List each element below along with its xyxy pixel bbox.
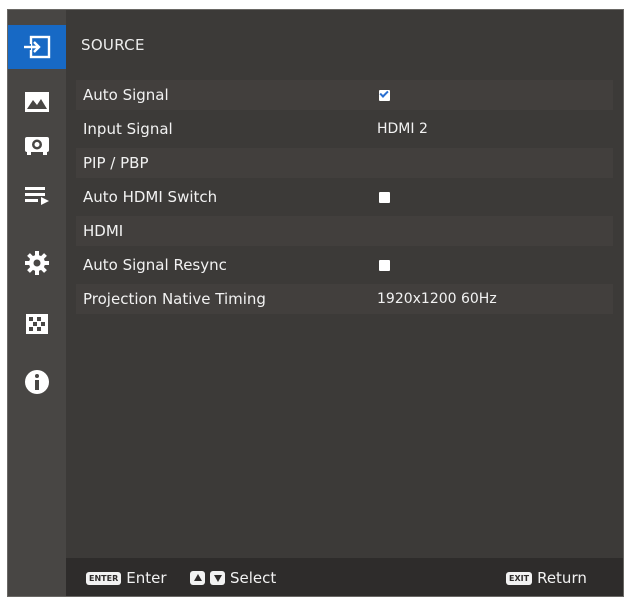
menu-row-auto-hdmi-switch[interactable]: Auto HDMI Switch xyxy=(76,182,613,212)
menu-row-hdmi[interactable]: HDMI xyxy=(76,216,613,246)
sidebar-item-information[interactable] xyxy=(8,360,66,404)
sidebar-item-source[interactable] xyxy=(8,25,66,69)
test-pattern-icon xyxy=(26,314,48,334)
footer-enter-hint: ENTER Enter xyxy=(86,569,167,587)
info-icon xyxy=(25,370,49,394)
menu-content: SOURCE Auto Signal Input Signal HDMI 2 P… xyxy=(66,10,623,596)
menu-row-label: Auto HDMI Switch xyxy=(83,188,218,206)
source-input-icon xyxy=(23,35,51,59)
footer-hint-bar: ENTER Enter Select EXIT Return xyxy=(66,558,623,596)
menu-row-auto-signal[interactable]: Auto Signal xyxy=(76,80,613,110)
up-arrow-key-icon xyxy=(190,571,205,585)
return-hint-label: Return xyxy=(537,569,587,587)
input-signal-value: HDMI 2 xyxy=(377,121,428,137)
osd-menu: SOURCE Auto Signal Input Signal HDMI 2 P… xyxy=(7,9,624,597)
down-arrow-key-icon xyxy=(210,571,225,585)
menu-row-projection-native-timing[interactable]: Projection Native Timing 1920x1200 60Hz xyxy=(76,284,613,314)
menu-row-label: HDMI xyxy=(83,222,124,240)
sidebar xyxy=(8,10,66,596)
sidebar-item-setup[interactable] xyxy=(8,173,66,217)
native-timing-value: 1920x1200 60Hz xyxy=(377,291,497,307)
menu-row-label: Input Signal xyxy=(83,120,173,138)
footer-select-hint: Select xyxy=(190,569,276,587)
picture-icon xyxy=(25,92,49,112)
menu-row-input-signal[interactable]: Input Signal HDMI 2 xyxy=(76,114,613,144)
menu-row-label: Projection Native Timing xyxy=(83,290,266,308)
footer-return-hint: EXIT Return xyxy=(506,569,587,587)
sidebar-item-settings[interactable] xyxy=(8,241,66,285)
enter-hint-label: Enter xyxy=(126,569,167,587)
menu-row-pip-pbp[interactable]: PIP / PBP xyxy=(76,148,613,178)
projector-icon xyxy=(25,137,49,155)
gear-icon xyxy=(25,251,49,275)
auto-signal-resync-checkbox[interactable] xyxy=(379,259,390,271)
page-title: SOURCE xyxy=(81,36,145,54)
auto-hdmi-switch-checkbox[interactable] xyxy=(379,191,390,203)
sidebar-item-display[interactable] xyxy=(8,124,66,168)
enter-key-icon: ENTER xyxy=(86,571,122,585)
sidebar-item-picture[interactable] xyxy=(8,80,66,124)
menu-row-label: Auto Signal xyxy=(83,86,169,104)
sidebar-item-test-pattern[interactable] xyxy=(8,302,66,346)
playlist-icon xyxy=(25,187,49,205)
menu-row-auto-signal-resync[interactable]: Auto Signal Resync xyxy=(76,250,613,280)
exit-key-icon: EXIT xyxy=(506,571,533,585)
select-hint-label: Select xyxy=(230,569,277,587)
auto-signal-checkbox[interactable] xyxy=(379,89,390,101)
menu-row-label: PIP / PBP xyxy=(83,154,149,172)
menu-row-label: Auto Signal Resync xyxy=(83,256,227,274)
